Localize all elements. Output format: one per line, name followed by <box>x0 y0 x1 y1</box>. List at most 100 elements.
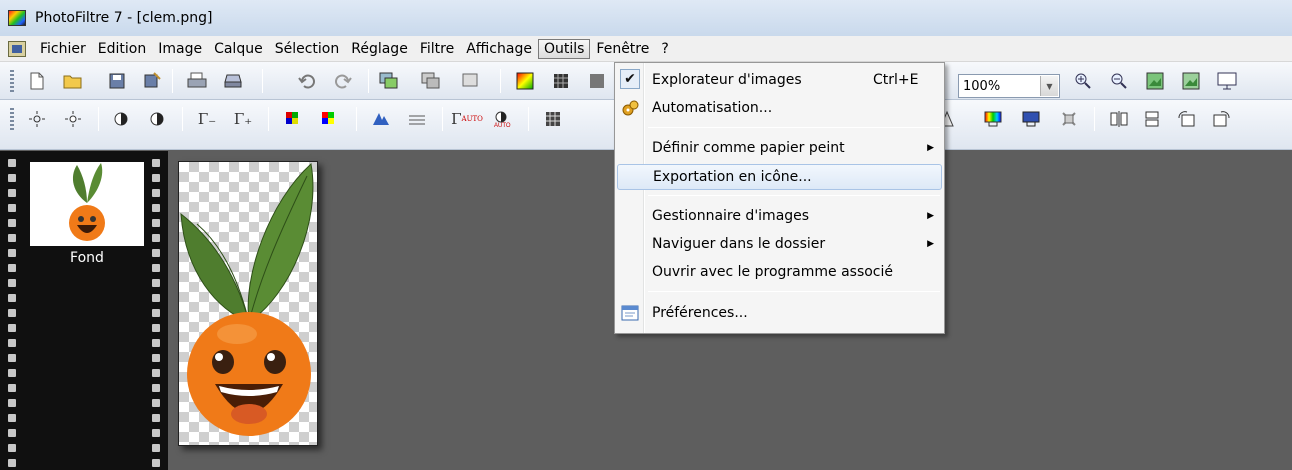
zoom-out-icon[interactable] <box>1108 70 1130 92</box>
film-perforation <box>152 159 160 167</box>
new-file-icon[interactable] <box>26 70 48 92</box>
menu-item-exportation-icone[interactable]: Exportation en icône... <box>617 164 942 190</box>
menu-affichage[interactable]: Affichage <box>460 39 538 59</box>
chevron-down-icon[interactable]: ▼ <box>1040 76 1058 96</box>
film-perforation <box>8 279 16 287</box>
film-perforation <box>8 459 16 467</box>
fullscreen-icon[interactable] <box>1216 70 1238 92</box>
zoom-in-icon[interactable] <box>1072 70 1094 92</box>
menu-item-label: Automatisation... <box>652 100 773 116</box>
mosaic-icon[interactable] <box>542 108 564 130</box>
film-perforation <box>8 219 16 227</box>
image-canvas[interactable] <box>178 161 318 446</box>
equalize-icon[interactable] <box>406 108 428 130</box>
auto-gamma-icon[interactable]: Γ AUTO <box>451 108 483 130</box>
fit-image-icon[interactable] <box>1144 70 1166 92</box>
undo-icon[interactable] <box>296 70 318 92</box>
outils-dropdown-menu: ✔ Explorateur d'images Ctrl+E Automatisa… <box>614 62 945 334</box>
menu-item-shortcut: Ctrl+E <box>873 72 919 88</box>
actual-size-icon[interactable] <box>1180 70 1202 92</box>
menu-fichier[interactable]: Fichier <box>34 39 92 59</box>
filter-icon[interactable] <box>586 70 608 92</box>
film-perforation <box>8 354 16 362</box>
preferences-window-icon <box>621 304 639 322</box>
menu-outils[interactable]: Outils <box>537 38 591 59</box>
flip-horizontal-icon[interactable] <box>1108 108 1130 130</box>
contrast-minus-icon[interactable] <box>110 108 132 130</box>
crop-image-icon[interactable] <box>460 70 482 92</box>
film-perforation <box>8 309 16 317</box>
film-perforation <box>8 294 16 302</box>
title-bar: PhotoFiltre 7 - [clem.png] <box>0 0 1292 36</box>
film-perforation <box>152 459 160 467</box>
saturation-plus-icon[interactable] <box>318 108 340 130</box>
auto-contrast-icon[interactable]: AUTO <box>492 108 514 130</box>
menu-fenetre[interactable]: Fenêtre <box>590 39 655 59</box>
gamma-plus-icon[interactable]: Γ₊ <box>232 108 254 130</box>
film-perforation <box>8 429 16 437</box>
film-perforation <box>8 234 16 242</box>
grid-icon[interactable] <box>550 70 572 92</box>
brightness-plus-icon[interactable] <box>62 108 84 130</box>
save-as-icon[interactable] <box>142 70 164 92</box>
transform-icon[interactable] <box>1058 108 1080 130</box>
gradient-icon[interactable] <box>982 108 1004 130</box>
saturation-minus-icon[interactable] <box>282 108 304 130</box>
film-perforation <box>152 414 160 422</box>
print-icon[interactable] <box>186 70 208 92</box>
film-perforation <box>152 204 160 212</box>
menu-item-ouvrir-programme[interactable]: Ouvrir avec le programme associé <box>617 259 942 285</box>
rotate-right-icon[interactable] <box>1210 108 1232 130</box>
film-perforation <box>152 429 160 437</box>
menu-calque[interactable]: Calque <box>208 39 269 59</box>
film-perforation <box>152 219 160 227</box>
film-perforation <box>8 414 16 422</box>
menu-help[interactable]: ? <box>655 39 674 59</box>
layer-name-label: Fond <box>70 250 104 266</box>
film-perforation <box>152 264 160 272</box>
brightness-minus-icon[interactable] <box>26 108 48 130</box>
film-perforation <box>152 249 160 257</box>
menu-item-preferences[interactable]: Préférences... <box>617 300 942 326</box>
layer-thumbnail[interactable] <box>30 162 144 246</box>
menu-item-papier-peint[interactable]: Définir comme papier peint ▶ <box>617 135 942 161</box>
photofiltre-app-icon[interactable] <box>8 10 26 26</box>
menu-item-naviguer[interactable]: Naviguer dans le dossier ▶ <box>617 231 942 257</box>
menu-item-explorateur[interactable]: ✔ Explorateur d'images Ctrl+E <box>617 67 942 93</box>
paste-image-icon[interactable] <box>378 70 400 92</box>
svg-text:AUTO: AUTO <box>494 123 511 128</box>
menu-image[interactable]: Image <box>152 39 208 59</box>
toolbar-grip[interactable] <box>10 108 14 132</box>
menu-item-label: Préférences... <box>652 305 748 321</box>
menu-filtre[interactable]: Filtre <box>414 39 460 59</box>
redo-icon[interactable] <box>332 70 354 92</box>
color-palette-icon[interactable] <box>514 70 536 92</box>
toolbar-grip[interactable] <box>10 70 14 94</box>
menu-item-automatisation[interactable]: Automatisation... <box>617 95 942 121</box>
open-folder-icon[interactable] <box>62 70 84 92</box>
system-menu-icon[interactable] <box>8 40 26 57</box>
zoom-combo[interactable]: 100% ▼ <box>958 74 1060 98</box>
layer-panel: Fond <box>0 151 168 470</box>
menu-reglage[interactable]: Réglage <box>345 39 414 59</box>
film-perforation <box>152 234 160 242</box>
film-perforation <box>152 279 160 287</box>
film-perforation <box>8 249 16 257</box>
film-perforation <box>152 294 160 302</box>
save-icon[interactable] <box>106 70 128 92</box>
menu-bar: Fichier Edition Image Calque Sélection R… <box>0 36 1292 62</box>
scanner-icon[interactable] <box>222 70 244 92</box>
levels-icon[interactable] <box>370 108 392 130</box>
flip-vertical-icon[interactable] <box>1142 108 1164 130</box>
gamma-minus-icon[interactable]: Γ₋ <box>196 108 218 130</box>
monitor-icon[interactable] <box>1020 108 1042 130</box>
rotate-left-icon[interactable] <box>1176 108 1198 130</box>
menu-edition[interactable]: Edition <box>92 39 152 59</box>
menu-item-gestionnaire[interactable]: Gestionnaire d'images ▶ <box>617 203 942 229</box>
contrast-plus-icon[interactable] <box>146 108 168 130</box>
copy-image-icon[interactable] <box>420 70 442 92</box>
zoom-value[interactable]: 100% <box>959 79 1040 94</box>
window-title: PhotoFiltre 7 - [clem.png] <box>35 10 213 26</box>
film-perforation <box>8 204 16 212</box>
menu-selection[interactable]: Sélection <box>269 39 346 59</box>
